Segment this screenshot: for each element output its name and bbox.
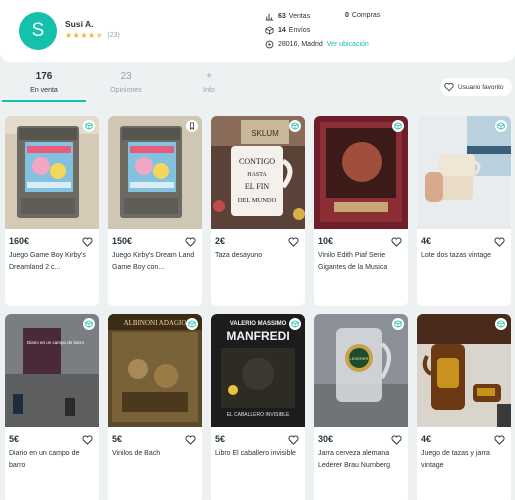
shipping-box-icon xyxy=(83,318,95,330)
product-title[interactable]: Juego Kirby's Dream Land Game Boy con... xyxy=(112,250,200,274)
shipping-box-icon xyxy=(495,120,507,132)
product-image[interactable]: SKLUM CONTIGO HASTA EL FIN DEL MUNDO xyxy=(211,116,305,229)
product-image[interactable] xyxy=(108,116,202,229)
heart-icon[interactable] xyxy=(82,237,93,247)
product-price: 150€ xyxy=(112,236,133,246)
heart-icon[interactable] xyxy=(391,237,402,247)
product-card[interactable]: ALBINONI ADAGIO 5€ Vinilos de Bach xyxy=(108,314,202,500)
rating-stars: ★ ★ ★ ★ ★ (23) xyxy=(65,31,120,40)
product-price: 5€ xyxy=(9,434,20,444)
heart-icon[interactable] xyxy=(288,237,299,247)
shipping-box-icon xyxy=(289,120,301,132)
heart-icon[interactable] xyxy=(494,435,505,445)
tab-opiniones[interactable]: 23 Opiniones xyxy=(84,70,168,94)
product-image[interactable] xyxy=(417,116,511,229)
product-image[interactable]: Diario en un campo de barro xyxy=(5,314,99,427)
product-title[interactable]: Jarra cerveza alemana Lederer Brau Nurnb… xyxy=(318,448,406,472)
location-pin-icon xyxy=(265,40,274,49)
tab-en-venta[interactable]: 176 En venta xyxy=(2,70,86,102)
product-title[interactable]: Juego Game Boy Kirby's Dreamland 2 c... xyxy=(9,250,97,274)
mug-text: EL FIN xyxy=(245,182,270,191)
shipping-box-icon xyxy=(392,120,404,132)
star-icon: ★ xyxy=(72,31,80,40)
bookmark-icon[interactable] xyxy=(186,120,198,132)
mug-text: CONTIGO xyxy=(239,157,275,166)
beer-mug-logo-text: LEDERER xyxy=(350,356,369,361)
mug-text: DEL MUNDO xyxy=(238,197,277,204)
shipping-box-icon xyxy=(495,318,507,330)
half-star-icon: ★ xyxy=(95,31,103,40)
product-title[interactable]: Libro El caballero invisible xyxy=(215,448,303,472)
product-card[interactable]: SKLUM CONTIGO HASTA EL FIN DEL MUNDO 2€ … xyxy=(211,116,305,306)
product-price: 4€ xyxy=(421,236,432,246)
product-title[interactable]: Diario en un campo de barro xyxy=(9,448,97,472)
book-cover-text: MANFREDI xyxy=(226,329,289,343)
product-image[interactable]: LEDERER xyxy=(314,314,408,427)
mug-text: HASTA xyxy=(247,172,267,178)
product-card[interactable]: 150€ Juego Kirby's Dream Land Game Boy c… xyxy=(108,116,202,306)
product-image[interactable]: VALERIO MASSIMO MANFREDI EL CABALLERO IN… xyxy=(211,314,305,427)
profile-tabs: 176 En venta 23 Opiniones + Info xyxy=(0,70,515,104)
stat-location: 28016, Madrid Ver ubicación xyxy=(265,40,369,49)
star-icon: ★ xyxy=(65,31,73,40)
heart-icon[interactable] xyxy=(185,237,196,247)
avatar[interactable]: S xyxy=(19,12,57,50)
bar-chart-icon xyxy=(265,13,274,21)
favorite-user-button[interactable]: Usuario favorito xyxy=(440,78,512,96)
shipping-box-icon xyxy=(289,318,301,330)
product-price: 160€ xyxy=(9,236,30,246)
product-price: 4€ xyxy=(421,434,432,444)
book-cover-text: EL CABALLERO INVISIBLE xyxy=(227,412,290,418)
product-price: 5€ xyxy=(112,434,123,444)
star-icon: ★ xyxy=(80,31,88,40)
profile-card: S Susi A. ★ ★ ★ ★ ★ (23) 63 Ventas 0 Compr… xyxy=(0,0,515,62)
product-card[interactable]: 10€ Vinilo Edith Piaf Serie Gigantes de … xyxy=(314,116,408,306)
stat-compras: 0 Compras xyxy=(345,12,381,19)
product-image[interactable] xyxy=(5,116,99,229)
product-title[interactable]: Juego de tazas y jarra vintage xyxy=(421,448,509,472)
heart-icon[interactable] xyxy=(288,435,299,445)
product-card[interactable]: VALERIO MASSIMO MANFREDI EL CABALLERO IN… xyxy=(211,314,305,500)
product-title[interactable]: Taza desayuno xyxy=(215,250,303,274)
heart-icon[interactable] xyxy=(185,435,196,445)
shipping-box-icon xyxy=(83,120,95,132)
product-image[interactable] xyxy=(417,314,511,427)
product-price: 2€ xyxy=(215,236,226,246)
shipping-box-icon xyxy=(265,26,274,35)
user-name[interactable]: Susi A. xyxy=(65,19,94,29)
product-card[interactable]: Diario en un campo de barro 5€ Diario en… xyxy=(5,314,99,500)
tab-info[interactable]: + Info xyxy=(167,70,251,94)
product-card[interactable]: 4€ Juego de tazas y jarra vintage xyxy=(417,314,511,500)
product-image[interactable] xyxy=(314,116,408,229)
heart-icon[interactable] xyxy=(82,435,93,445)
product-title[interactable]: Lote dos tazas vintage xyxy=(421,250,509,274)
vinyl-cover-text: ALBINONI ADAGIO xyxy=(124,319,187,327)
product-image[interactable]: ALBINONI ADAGIO xyxy=(108,314,202,427)
stat-ventas: 63 Ventas xyxy=(265,12,310,21)
product-title[interactable]: Vinilos de Bach xyxy=(112,448,200,472)
stat-envios: 14 Envíos xyxy=(265,26,310,35)
view-location-link[interactable]: Ver ubicación xyxy=(327,41,369,48)
review-count[interactable]: (23) xyxy=(107,32,119,39)
product-price: 5€ xyxy=(215,434,226,444)
book-cover-text: Diario en un campo de barro xyxy=(27,340,85,345)
star-icon: ★ xyxy=(88,31,96,40)
product-price: 10€ xyxy=(318,236,334,246)
product-card[interactable]: 4€ Lote dos tazas vintage xyxy=(417,116,511,306)
product-title[interactable]: Vinilo Edith Piaf Serie Gigantes de la M… xyxy=(318,250,406,274)
active-tab-indicator xyxy=(2,100,86,102)
heart-icon[interactable] xyxy=(391,435,402,445)
shipping-box-icon xyxy=(392,318,404,330)
mug-box-text: SKLUM xyxy=(251,129,279,138)
heart-icon xyxy=(444,82,454,92)
product-card[interactable]: 160€ Juego Game Boy Kirby's Dreamland 2 … xyxy=(5,116,99,306)
product-card[interactable]: LEDERER 30€ Jarra cerveza alemana Ledere… xyxy=(314,314,408,500)
product-price: 30€ xyxy=(318,434,334,444)
heart-icon[interactable] xyxy=(494,237,505,247)
shipping-box-icon xyxy=(186,318,198,330)
book-cover-text: VALERIO MASSIMO xyxy=(230,321,287,327)
